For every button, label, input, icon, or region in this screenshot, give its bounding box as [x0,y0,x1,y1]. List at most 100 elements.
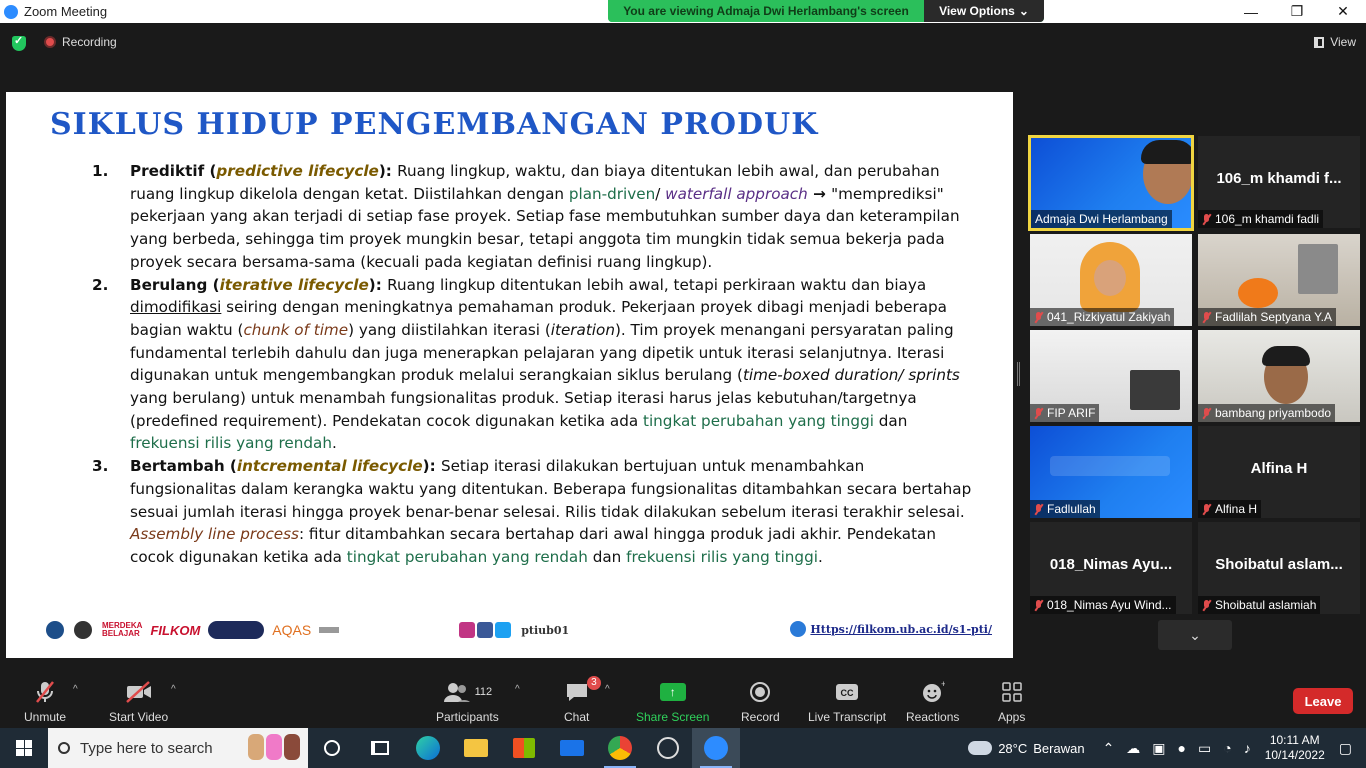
microsoft-store-icon[interactable] [500,728,548,768]
start-button[interactable] [0,728,48,768]
participant-name: bambang priyambodo [1198,404,1336,422]
unmute-button[interactable]: Unmute [24,678,66,724]
item-highlight: waterfall approach [665,184,808,203]
chrome-icon[interactable] [596,728,644,768]
participant-tile[interactable]: Alfina H Alfina H [1198,426,1360,518]
taskbar-search[interactable]: Type here to search [48,728,308,768]
view-label: View [1330,35,1356,49]
accreditation-logo-icon [319,627,340,633]
participant-tile[interactable]: 018_Nimas Ayu... 018_Nimas Ayu Wind... [1030,522,1192,614]
mic-muted-icon [1034,407,1043,419]
windows-taskbar: Type here to search 28°C Berawan ⌃ ☁ ▣ ●… [0,728,1366,768]
participant-tile[interactable]: Shoibatul aslam... Shoibatul aslamiah [1198,522,1360,614]
participant-tile[interactable]: Fadlullah [1030,426,1192,518]
participant-name: 041_Rizkiyatul Zakiyah [1030,308,1175,326]
apps-button[interactable]: Apps [998,678,1025,724]
task-view-icon[interactable] [356,728,404,768]
chat-unread-badge: 3 [587,676,601,690]
participant-tile[interactable]: Admaja Dwi Herlambang [1028,135,1194,231]
mic-muted-icon [1202,599,1211,611]
taskbar-clock[interactable]: 10:11 AM 10/14/2022 [1265,733,1325,763]
volume-icon[interactable]: ♪ [1244,740,1251,756]
participant-tile[interactable]: FIP ARIF [1030,330,1192,422]
record-icon [749,678,771,706]
mic-muted-icon [1202,407,1211,419]
share-screen-button[interactable]: ↑ Share Screen [636,678,709,724]
shared-screen-slide: SIKLUS HIDUP PENGEMBANGAN PRODUK 1. Pred… [6,92,1013,658]
onedrive-icon[interactable]: ☁ [1126,740,1140,757]
maximize-button[interactable]: ❐ [1274,0,1320,23]
security-shield-icon[interactable] [12,34,26,51]
video-options-caret-icon[interactable]: ^ [171,684,176,695]
close-button[interactable]: ✕ [1320,0,1366,23]
arrow-right-icon: → [807,184,832,203]
item-text: / [655,184,666,203]
audio-options-caret-icon[interactable]: ^ [73,684,78,695]
mic-muted-icon [1202,213,1211,225]
video-off-icon [125,678,153,706]
microphone-icon[interactable]: ● [1178,740,1186,756]
notification-icon[interactable]: ▢ [1339,740,1352,757]
item-name: Berulang [130,275,208,294]
gallery-next-page-button[interactable]: ⌄ [1158,620,1232,650]
slide-url-text: Https://filkom.ub.ac.id/s1-pti/ [810,622,992,636]
weather-desc[interactable]: Berawan [1033,741,1084,756]
participant-tile[interactable]: Fadlilah Septyana Y.A [1198,234,1360,326]
item-name: Prediktif [130,162,205,180]
record-label: Record [741,710,780,724]
reactions-button[interactable]: + Reactions [906,678,959,724]
view-options-button[interactable]: View Options ⌄ [924,0,1044,22]
item-body: Bertambah (intcremental lifecycle): Seti… [130,457,972,566]
record-dot-icon [44,36,56,48]
participant-display-name: Alfina H [1250,460,1308,477]
participant-name: Admaja Dwi Herlambang [1031,210,1172,228]
edge-browser-icon[interactable] [404,728,452,768]
gallery-resize-handle[interactable] [1017,362,1020,386]
view-button[interactable]: View [1314,35,1356,49]
wifi-icon[interactable]: ◔ [1223,740,1231,756]
chevron-down-icon: ⌄ [1018,4,1029,18]
chat-button[interactable]: 3 Chat [564,676,601,724]
apps-icon [1001,678,1023,706]
participant-tile[interactable]: 041_Rizkiyatul Zakiyah [1030,234,1192,326]
live-transcript-button[interactable]: CC Live Transcript [808,678,886,724]
participant-tile[interactable]: bambang priyambodo [1198,330,1360,422]
recording-indicator[interactable]: Recording [44,35,117,49]
mail-icon[interactable] [548,728,596,768]
record-button[interactable]: Record [741,678,780,724]
participant-display-name: 106_m khamdi f... [1216,170,1342,187]
partner-logo-icon [208,621,265,639]
participant-name: 106_m khamdi fadli [1198,210,1324,228]
item-body: Prediktif (predictive lifecycle): Ruang … [130,162,960,271]
instagram-icon [459,622,476,638]
start-video-button[interactable]: Start Video [109,678,168,724]
leave-button[interactable]: Leave [1293,688,1353,714]
aqas-logo: AQAS [272,622,312,638]
participant-tile[interactable]: 106_m khamdi f... 106_m khamdi fadli [1198,136,1360,228]
zoom-taskbar-icon[interactable] [692,728,740,768]
cortana-icon[interactable] [308,728,356,768]
clock-time: 10:11 AM [1269,733,1320,747]
mic-muted-icon [1034,311,1043,323]
chevron-up-icon[interactable]: ⌃ [1103,740,1115,757]
participant-name: Shoibatul aslamiah [1198,596,1321,614]
item-text: . [817,547,823,566]
weather-temp[interactable]: 28°C [998,741,1027,756]
participants-options-caret-icon[interactable]: ^ [515,684,520,695]
recording-label: Recording [62,35,117,49]
chat-options-caret-icon[interactable]: ^ [605,684,610,695]
meet-now-icon[interactable]: ▣ [1152,740,1165,757]
screen-recorder-icon[interactable] [644,728,692,768]
mic-muted-icon [1034,599,1043,611]
participants-button[interactable]: 112 Participants [436,678,499,724]
battery-icon[interactable]: ▭ [1198,740,1211,757]
item-body: Berulang (iterative lifecycle): Ruang li… [130,275,960,453]
view-options-label: View Options [939,4,1015,18]
item-term: intcremental lifecycle [236,457,423,476]
participant-video [1094,260,1126,296]
globe-icon [790,621,807,637]
closed-caption-icon: CC [835,678,859,706]
screen-share-banner: You are viewing Admaja Dwi Herlambang's … [608,0,1044,22]
file-explorer-icon[interactable] [452,728,500,768]
minimize-button[interactable]: — [1228,0,1274,23]
